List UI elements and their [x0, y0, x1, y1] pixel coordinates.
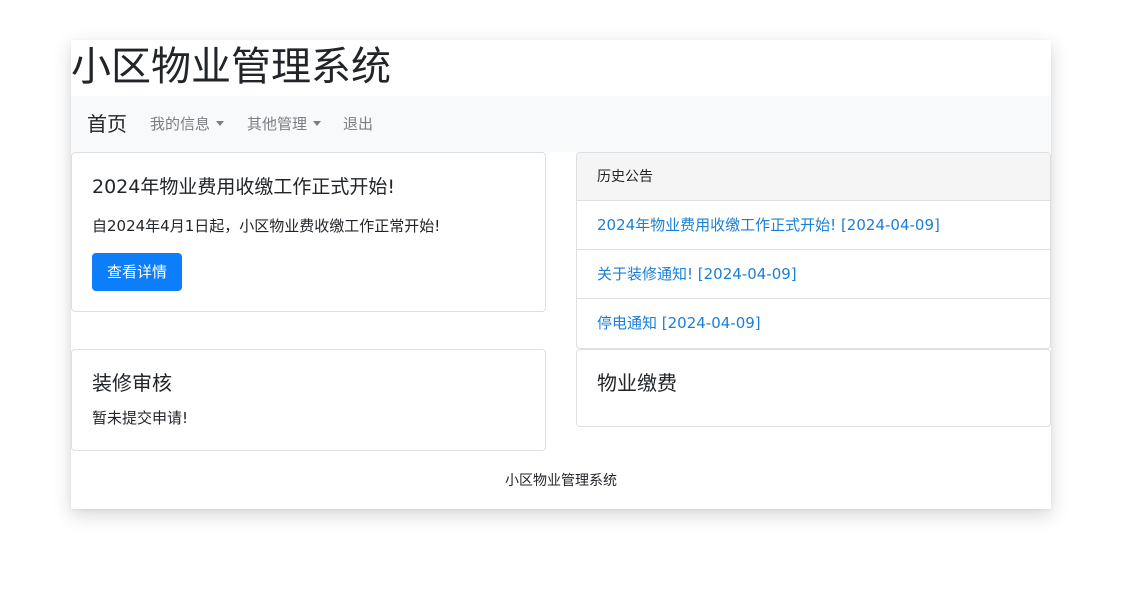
navbar: 首页 我的信息 其他管理 退出: [71, 96, 1051, 152]
announcement-title: 2024年物业费用收缴工作正式开始!: [92, 176, 395, 198]
nav-my-info-dropdown[interactable]: 我的信息: [150, 114, 225, 134]
nav-my-info-label: 我的信息: [150, 115, 211, 133]
view-details-button[interactable]: 查看详情: [92, 253, 182, 291]
site-title: 小区物业管理系统: [71, 44, 391, 90]
property-fee-card: 物业缴费: [576, 349, 1051, 427]
history-item-link[interactable]: 停电通知 [2024-04-09]: [577, 299, 1050, 348]
nav-other-management-dropdown[interactable]: 其他管理: [247, 114, 322, 134]
property-fee-title: 物业缴费: [597, 371, 677, 395]
nav-other-management-label: 其他管理: [247, 115, 308, 133]
nav-logout-link[interactable]: 退出: [343, 114, 373, 134]
history-item-link[interactable]: 2024年物业费用收缴工作正式开始! [2024-04-09]: [577, 201, 1050, 250]
renovation-review-card: 装修审核 暂未提交申请!: [71, 349, 546, 451]
history-item-link[interactable]: 关于装修通知! [2024-04-09]: [577, 250, 1050, 299]
renovation-title: 装修审核: [92, 371, 172, 395]
caret-down-icon: [216, 121, 225, 126]
announcement-text: 自2024年4月1日起，小区物业费收缴工作正常开始!: [92, 217, 441, 235]
nav-home-link[interactable]: 首页: [87, 110, 127, 138]
renovation-status-text: 暂未提交申请!: [92, 409, 189, 427]
caret-down-icon: [313, 121, 322, 126]
announcement-card: 2024年物业费用收缴工作正式开始! 自2024年4月1日起，小区物业费收缴工作…: [71, 152, 546, 312]
page-container: 小区物业管理系统 首页 我的信息 其他管理 退出 2024年物业费用收缴工作正式…: [71, 40, 1051, 509]
history-header: 历史公告: [577, 153, 1050, 201]
footer-text: 小区物业管理系统: [505, 473, 617, 489]
history-announcements-card: 历史公告 2024年物业费用收缴工作正式开始! [2024-04-09] 关于装…: [576, 152, 1051, 349]
